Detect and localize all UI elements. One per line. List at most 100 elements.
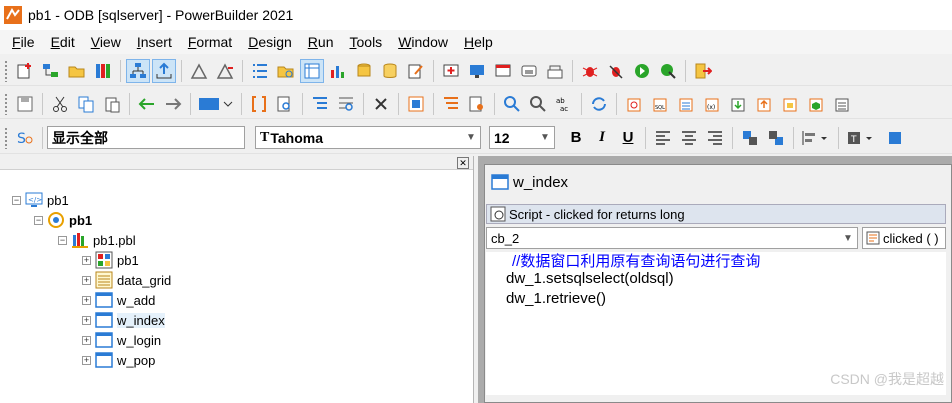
expand-icon[interactable]: + [82,255,91,265]
menu-edit[interactable]: Edit [43,34,83,50]
tree-node-workspace[interactable]: − </> pb1 [12,190,69,210]
search-icon[interactable] [500,92,524,116]
run-window-icon[interactable] [517,59,541,83]
menu-design[interactable]: Design [240,34,300,50]
system-tree-icon[interactable] [126,58,150,83]
bold-button[interactable]: B [564,126,588,150]
tree-node-target[interactable]: − pb1 [34,210,92,230]
spell-check-icon[interactable]: ab ac [552,92,576,116]
deploy-icon[interactable] [213,59,237,83]
db-profile-icon[interactable] [352,59,376,83]
object-select[interactable]: cb_2 ▼ [486,227,858,249]
data-icon[interactable] [674,92,698,116]
tree-node-data-grid[interactable]: + data_grid [82,270,171,290]
close-icon[interactable]: ✕ [457,157,469,169]
new-icon[interactable] [13,59,37,83]
window-icon[interactable] [491,59,515,83]
output-icon[interactable] [152,58,176,83]
toolbar-grip[interactable] [4,126,8,149]
align-right-icon[interactable] [703,126,727,150]
style-combo[interactable]: 显示全部 [47,126,245,149]
edit-icon[interactable] [404,59,428,83]
align-left-icon[interactable] [651,126,675,150]
database-icon[interactable] [378,59,402,83]
expand-icon[interactable]: + [82,355,91,365]
chevron-down-icon[interactable]: ▼ [462,132,480,143]
expand-icon[interactable]: + [82,315,91,325]
library-icon[interactable] [91,59,115,83]
find-document-icon[interactable] [273,92,297,116]
copy-icon[interactable] [74,92,98,116]
clear-icon[interactable] [465,92,489,116]
package-icon[interactable] [804,92,828,116]
menu-insert[interactable]: Insert [129,34,180,50]
cut-icon[interactable] [48,92,72,116]
menu-window[interactable]: Window [390,34,456,50]
font-size-combo[interactable]: 12 ▼ [489,126,555,149]
exit-icon[interactable] [691,59,715,83]
toolbar-grip[interactable] [4,59,8,82]
properties-icon[interactable] [778,92,802,116]
open-folder-icon[interactable] [65,59,89,83]
control-dropdown-icon[interactable] [196,92,236,116]
import-icon[interactable] [726,92,750,116]
menu-format[interactable]: Format [180,34,240,50]
undo-icon[interactable] [135,92,159,116]
find-replace-icon[interactable] [334,92,358,116]
debug-stop-icon[interactable] [604,59,628,83]
event-select[interactable]: clicked ( ) [862,227,946,249]
collapse-icon[interactable]: − [12,195,21,205]
run-icon[interactable] [630,59,654,83]
text-color-icon[interactable]: T [844,126,878,150]
build-icon[interactable] [187,59,211,83]
collapse-icon[interactable]: − [34,215,43,225]
variable-icon[interactable]: (x) [700,92,724,116]
align-center-icon[interactable] [677,126,701,150]
style-icon[interactable]: S [13,126,37,150]
menu-view[interactable]: View [83,34,129,50]
tree-node-pb1[interactable]: + pb1 [82,250,139,270]
paste-icon[interactable] [100,92,124,116]
tree-node-w-index[interactable]: + w_index [82,310,165,330]
database-painter-icon[interactable] [300,58,324,83]
send-back-icon[interactable] [764,126,788,150]
redo-icon[interactable] [161,92,185,116]
run-select-icon[interactable] [656,59,680,83]
menu-help[interactable]: Help [456,34,501,50]
browser-icon[interactable] [274,59,298,83]
expand-icon[interactable]: + [82,295,91,305]
monitor-icon[interactable] [465,59,489,83]
font-name-combo[interactable]: T Tahoma ▼ [255,126,481,149]
italic-button[interactable]: I [590,126,614,150]
save-icon[interactable] [13,92,37,116]
grid-list-icon[interactable] [830,92,854,116]
menu-run[interactable]: Run [300,34,342,50]
menu-tools[interactable]: Tools [342,34,391,50]
layout-icon[interactable] [404,92,428,116]
tree-node-w-pop[interactable]: + w_pop [82,350,155,370]
fill-color-icon[interactable] [880,126,904,150]
tree-node-w-login[interactable]: + w_login [82,330,161,350]
underline-button[interactable]: U [616,126,640,150]
tree-node-library[interactable]: − pb1.pbl [58,230,136,250]
export-icon[interactable] [752,92,776,116]
chevron-down-icon[interactable]: ▼ [839,233,857,244]
tree-node-w-add[interactable]: + w_add [82,290,155,310]
sql-icon[interactable]: SQL [648,92,672,116]
expand-icon[interactable]: + [82,275,91,285]
filter-icon[interactable] [439,92,463,116]
bring-front-icon[interactable] [738,126,762,150]
chevron-down-icon[interactable]: ▼ [536,132,554,143]
expand-icon[interactable]: + [82,335,91,345]
search-next-icon[interactable] [526,92,550,116]
timer-icon[interactable] [622,92,646,116]
collapse-icon[interactable]: − [58,235,67,245]
painter-window-titlebar[interactable]: w_index [485,165,951,199]
script-editor[interactable]: //数据窗口利用原有查询语句进行查询 dw_1.setsqlselect(old… [486,252,946,395]
tab-order-icon[interactable] [308,92,332,116]
bracket-icon[interactable] [247,92,271,116]
script-view-titlebar[interactable]: Script - clicked for returns long [486,204,946,224]
structure-icon[interactable] [543,59,567,83]
toolbar-grip[interactable] [4,92,8,115]
debug-icon[interactable] [439,59,463,83]
